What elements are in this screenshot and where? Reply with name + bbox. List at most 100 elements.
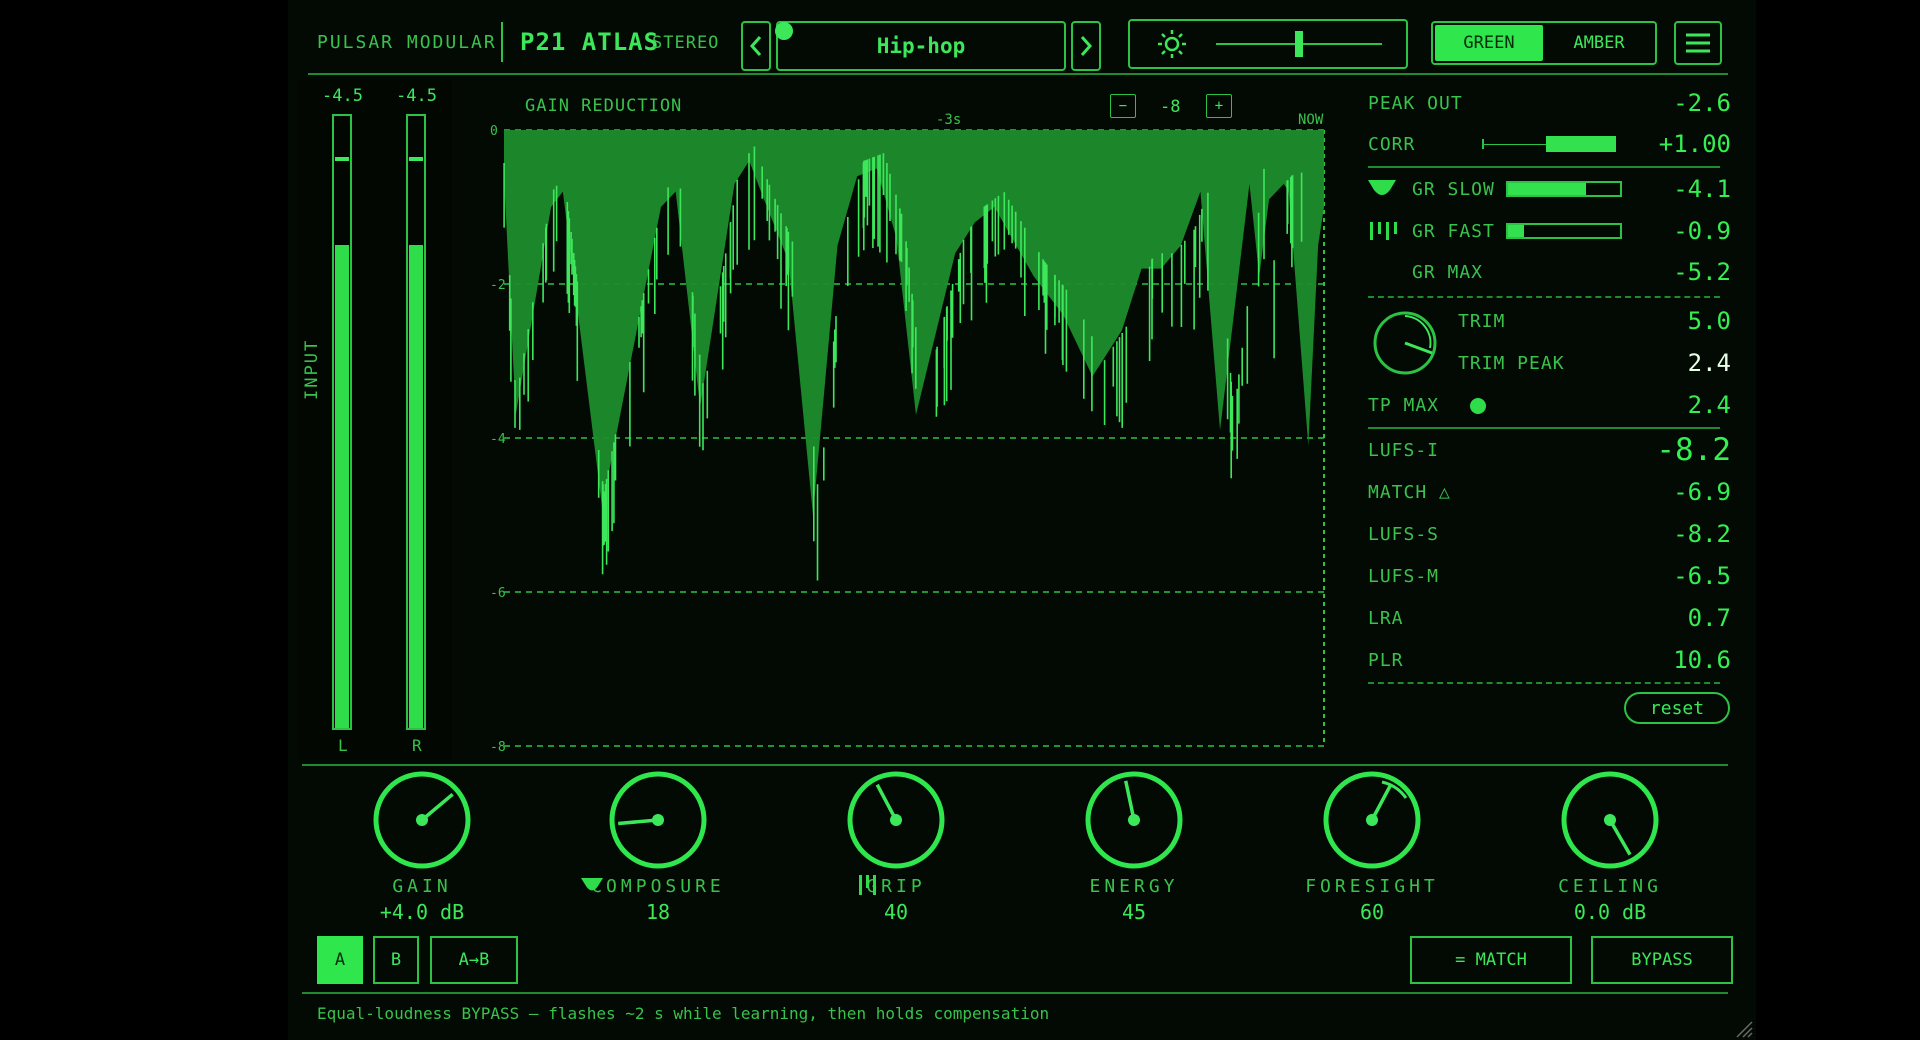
gain-knob-label: GAIN xyxy=(392,876,452,897)
lufs-i-label: LUFS-I xyxy=(1368,440,1440,461)
y-tick-label: 0 xyxy=(490,124,498,139)
sun-icon xyxy=(1158,30,1186,58)
ab-slot-a-label: A xyxy=(334,950,346,970)
y-tick-label: -2 xyxy=(490,278,506,293)
input-meter-panel xyxy=(298,80,452,760)
theme-green-button[interactable]: GREEN xyxy=(1435,25,1543,61)
input-right-peak: -4.5 xyxy=(396,86,437,106)
fast-bars-icon xyxy=(1370,222,1397,240)
foresight-knob-dial[interactable] xyxy=(1322,770,1422,870)
tp-max-value: 2.4 xyxy=(1687,391,1731,419)
input-left-label: L xyxy=(338,736,349,755)
trim-knob[interactable] xyxy=(1370,308,1440,378)
preset-indicator-dot xyxy=(775,22,793,40)
tp-max-indicator xyxy=(1470,398,1486,414)
tp-max-label: TP MAX xyxy=(1368,395,1440,416)
zoom-in-button[interactable]: + xyxy=(1206,94,1232,118)
stats-separator-1 xyxy=(1368,166,1720,168)
grip-knob-dial[interactable] xyxy=(846,770,946,870)
corr-meter-fill xyxy=(1546,136,1616,152)
preset-selector[interactable]: Hip-hop xyxy=(776,21,1066,71)
preset-name: Hip-hop xyxy=(876,34,966,58)
energy-knob-label: ENERGY xyxy=(1089,876,1179,897)
y-tick-label: -6 xyxy=(490,586,506,601)
reset-button[interactable]: reset xyxy=(1624,692,1730,724)
trim-peak-value: 2.4 xyxy=(1687,349,1731,377)
gr-fast-label: GR FAST xyxy=(1412,221,1495,242)
composure-knob-dial[interactable] xyxy=(608,770,708,870)
ab-slot-a-button[interactable]: A xyxy=(317,936,363,984)
bypass-button[interactable]: BYPASS xyxy=(1591,936,1733,984)
trim-peak-label: TRIM PEAK xyxy=(1458,353,1565,374)
preset-next-button[interactable] xyxy=(1071,21,1101,71)
gr-slow-fill xyxy=(1508,183,1587,195)
brand-label: PULSAR MODULAR xyxy=(317,32,497,53)
chevron-right-icon xyxy=(1080,36,1093,56)
lra-value: 0.7 xyxy=(1687,604,1731,632)
preset-prev-button[interactable] xyxy=(741,21,771,71)
peak-out-value: -2.6 xyxy=(1673,89,1731,117)
corr-tick xyxy=(1482,139,1484,149)
resize-grip-icon[interactable] xyxy=(1735,1020,1753,1038)
status-message: Equal-loudness BYPASS — flashes ~2 s whi… xyxy=(317,1004,1050,1023)
plr-label: PLR xyxy=(1368,650,1404,671)
header-separator xyxy=(308,73,1728,75)
input-left-peak: -4.5 xyxy=(322,86,363,106)
menu-button[interactable] xyxy=(1674,21,1722,65)
input-left-level xyxy=(335,244,349,728)
status-separator xyxy=(302,992,1728,994)
gain-reduction-area xyxy=(504,130,1324,515)
input-left-peak-marker xyxy=(335,157,349,161)
hamburger-menu-icon xyxy=(1686,33,1710,53)
corr-value: +1.00 xyxy=(1658,130,1731,158)
plugin-panel: PULSAR MODULAR P21 ATLAS STEREO Hip-hop … xyxy=(288,0,1756,1040)
y-tick-label: -4 xyxy=(490,432,506,447)
brightness-control[interactable] xyxy=(1128,19,1408,69)
input-right-level xyxy=(409,244,423,728)
stats-separator-4 xyxy=(1368,682,1720,684)
gr-slow-value: -4.1 xyxy=(1673,175,1731,203)
match-button[interactable]: = MATCH xyxy=(1410,936,1572,984)
plr-value: 10.6 xyxy=(1673,646,1731,674)
slow-shield-icon xyxy=(1368,180,1396,195)
energy-knob-dial[interactable] xyxy=(1084,770,1184,870)
reset-label: reset xyxy=(1649,697,1705,719)
corr-label: CORR xyxy=(1368,134,1416,155)
gr-fast-fill xyxy=(1508,225,1524,237)
ab-slot-b-button[interactable]: B xyxy=(373,936,419,984)
brightness-slider-thumb[interactable] xyxy=(1295,31,1303,57)
controls-separator xyxy=(302,764,1728,766)
gain-reduction-graph: 0 -2 -4 -6 -8 xyxy=(490,124,1325,755)
bypass-button-label: BYPASS xyxy=(1631,950,1693,970)
ceiling-knob-dial[interactable] xyxy=(1560,770,1660,870)
input-meter-title: INPUT xyxy=(302,338,322,400)
gain-knob-value: +4.0 dB xyxy=(379,900,465,924)
input-right-peak-marker xyxy=(409,157,423,161)
chevron-left-icon xyxy=(749,36,762,56)
grip-knob-label: GRIP xyxy=(866,876,926,897)
lufs-s-value: -8.2 xyxy=(1673,520,1731,548)
ab-copy-button[interactable]: A→B xyxy=(430,936,518,984)
zoom-out-button[interactable]: − xyxy=(1110,94,1136,118)
ab-copy-label: A→B xyxy=(458,950,490,970)
input-right-label: R xyxy=(412,736,423,755)
theme-green-label: GREEN xyxy=(1463,33,1515,53)
ab-slot-b-label: B xyxy=(390,950,402,970)
gr-fast-meter xyxy=(1506,223,1622,239)
slow-shield-icon xyxy=(581,878,603,891)
gr-fast-value: -0.9 xyxy=(1673,217,1731,245)
gr-max-value: -5.2 xyxy=(1673,258,1731,286)
lra-label: LRA xyxy=(1368,608,1404,629)
foresight-knob-value: 60 xyxy=(1359,900,1385,924)
composure-knob-value: 18 xyxy=(645,900,671,924)
theme-amber-button[interactable]: AMBER xyxy=(1545,25,1653,61)
product-title: P21 ATLAS xyxy=(520,28,660,56)
lufs-i-value: -8.2 xyxy=(1656,432,1731,468)
zoom-in-label: + xyxy=(1214,98,1224,114)
grip-knob-value: 40 xyxy=(883,900,909,924)
gain-knob-dial[interactable] xyxy=(372,770,472,870)
match-button-label: = MATCH xyxy=(1455,950,1527,970)
lufs-m-label: LUFS-M xyxy=(1368,566,1440,587)
gr-slow-meter xyxy=(1506,181,1622,197)
fast-bars-icon xyxy=(859,875,876,895)
